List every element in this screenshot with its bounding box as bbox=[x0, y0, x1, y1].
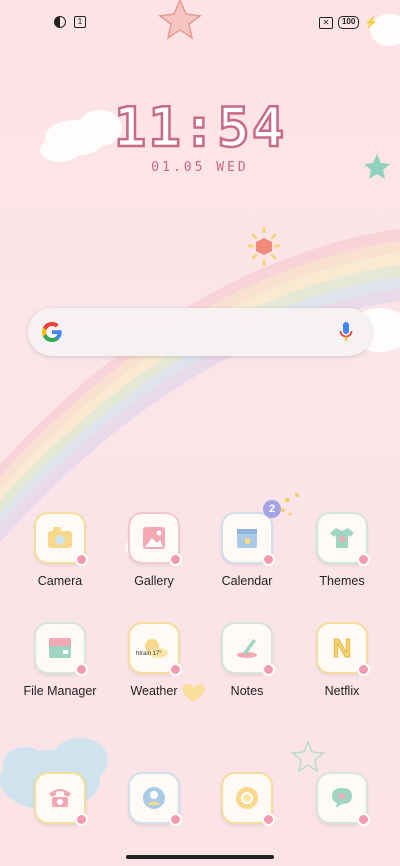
app-label: File Manager bbox=[23, 684, 97, 698]
pin-icon bbox=[262, 553, 275, 566]
camera-tile bbox=[34, 512, 88, 566]
pin-icon bbox=[357, 553, 370, 566]
app-gallery[interactable]: Gallery bbox=[114, 512, 194, 588]
pin-icon bbox=[169, 813, 182, 826]
pin-icon bbox=[169, 663, 182, 676]
pin-icon bbox=[357, 663, 370, 676]
notification-badge: 2 bbox=[263, 500, 281, 518]
weather-tile: htrain 17° bbox=[128, 622, 182, 676]
chrome-tile bbox=[221, 772, 275, 826]
dock-phone[interactable] bbox=[20, 772, 100, 826]
pin-icon bbox=[357, 813, 370, 826]
app-label: Gallery bbox=[134, 574, 174, 588]
app-netflix[interactable]: N Netflix bbox=[302, 622, 382, 698]
pin-icon bbox=[75, 663, 88, 676]
google-search-bar[interactable] bbox=[28, 308, 372, 356]
mic-icon[interactable] bbox=[338, 320, 354, 344]
pin-icon bbox=[169, 553, 182, 566]
phone-tile bbox=[34, 772, 88, 826]
app-camera[interactable]: Camera bbox=[20, 512, 100, 588]
app-file-manager[interactable]: File Manager bbox=[20, 622, 100, 698]
themes-tile bbox=[316, 512, 370, 566]
app-label: Calendar bbox=[221, 574, 273, 588]
app-label: Notes bbox=[230, 684, 264, 698]
file-manager-tile bbox=[34, 622, 88, 676]
app-calendar[interactable]: 2 Calendar bbox=[207, 500, 287, 588]
clock-time[interactable]: 11:54 bbox=[0, 95, 400, 161]
dock-chrome[interactable] bbox=[207, 772, 287, 826]
battery-icon: 100 bbox=[337, 16, 360, 29]
pin-icon bbox=[75, 553, 88, 566]
app-weather[interactable]: htrain 17° Weather bbox=[114, 622, 194, 698]
gallery-tile bbox=[128, 512, 182, 566]
contacts-tile bbox=[128, 772, 182, 826]
pin-icon bbox=[75, 813, 88, 826]
messages-tile bbox=[316, 772, 370, 826]
app-themes[interactable]: Themes bbox=[302, 512, 382, 588]
clock-date[interactable]: 01.05 WED bbox=[0, 160, 400, 175]
app-label: Weather bbox=[130, 684, 178, 698]
status-bar: 1 ✕ 100 ⚡ bbox=[0, 10, 400, 34]
calendar-tile: 2 bbox=[221, 500, 281, 566]
data-saver-icon bbox=[54, 16, 66, 28]
app-label: Themes bbox=[319, 574, 365, 588]
dock-contacts[interactable] bbox=[114, 772, 194, 826]
pin-icon bbox=[262, 813, 275, 826]
netflix-tile: N bbox=[316, 622, 370, 676]
weather-widget-text: htrain 17° bbox=[136, 651, 162, 657]
app-label: Netflix bbox=[324, 684, 360, 698]
app-notes[interactable]: Notes bbox=[207, 622, 287, 698]
sim-icon: 1 bbox=[74, 16, 86, 28]
google-logo-icon bbox=[42, 322, 62, 342]
pin-icon bbox=[262, 663, 275, 676]
dock-messages[interactable] bbox=[302, 772, 382, 826]
app-label: Camera bbox=[37, 574, 83, 588]
notes-tile bbox=[221, 622, 275, 676]
gesture-nav-bar[interactable] bbox=[126, 855, 274, 859]
no-sim-icon: ✕ bbox=[318, 16, 333, 29]
charging-icon: ⚡ bbox=[364, 17, 378, 29]
